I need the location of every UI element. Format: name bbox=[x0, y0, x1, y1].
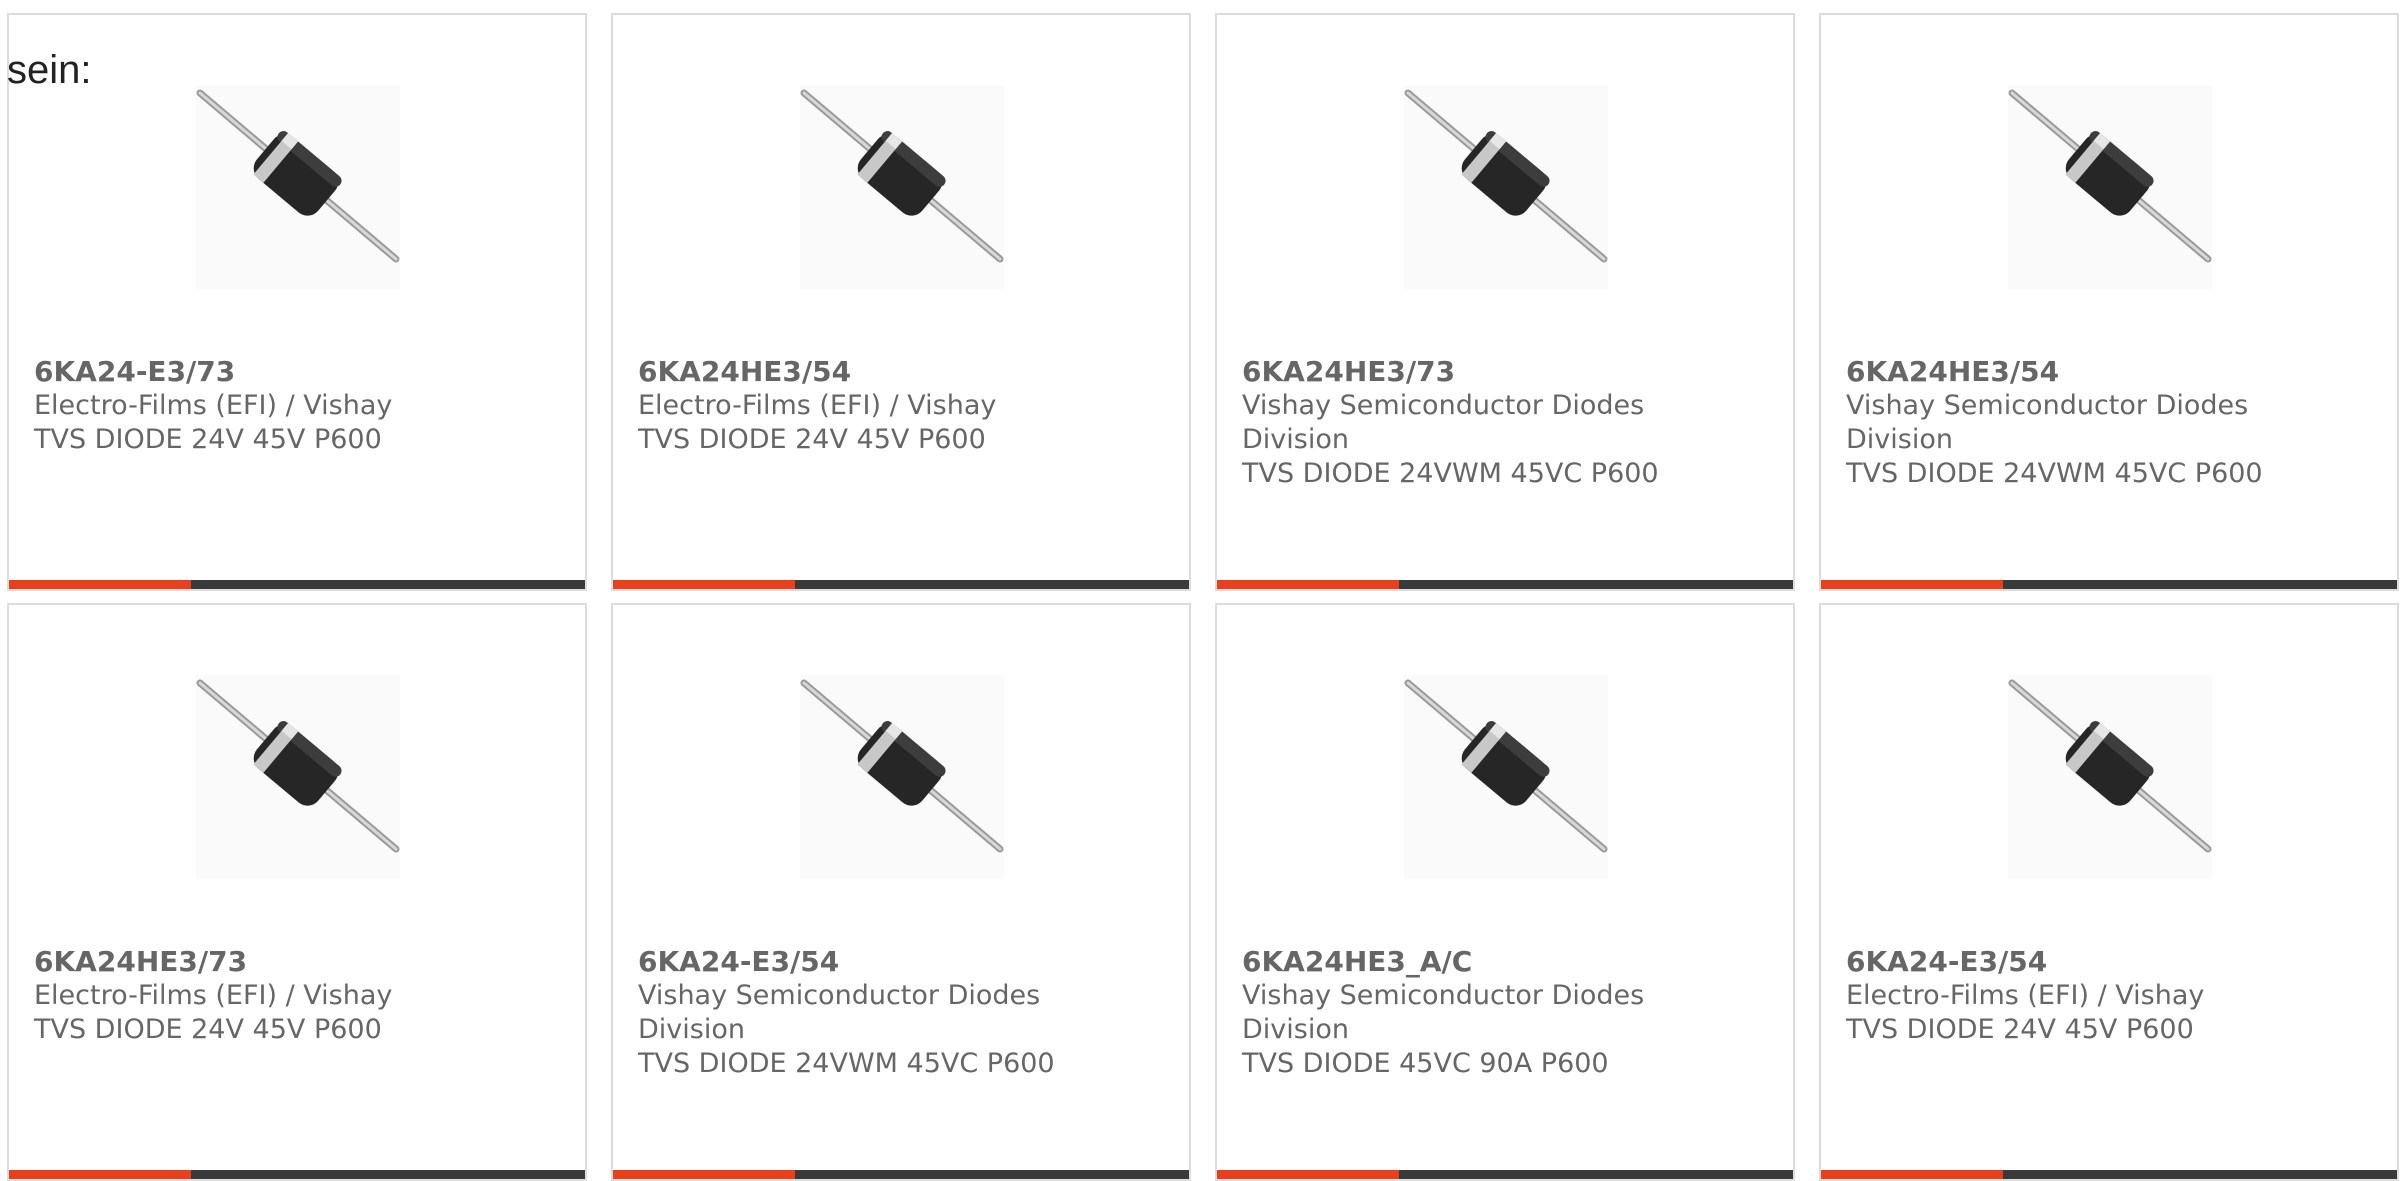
product-description: TVS DIODE 24V 45V P600 bbox=[34, 1014, 382, 1045]
card-accent-bar bbox=[9, 580, 191, 589]
product-card[interactable]: 6KA24HE3/73 Vishay Semiconductor Diodes … bbox=[1215, 13, 1795, 591]
product-image[interactable] bbox=[800, 675, 1004, 879]
product-card[interactable]: 6KA24HE3/73 Electro-Films (EFI) / Vishay… bbox=[7, 603, 587, 1181]
card-accent-bar bbox=[1821, 580, 2003, 589]
card-bottom-bar bbox=[1217, 580, 1793, 589]
manufacturer-name: Vishay Semiconductor Diodes Division bbox=[1846, 390, 2249, 455]
axial-diode-icon bbox=[1404, 85, 1608, 289]
product-image[interactable] bbox=[2008, 675, 2212, 879]
product-card[interactable]: 6KA24-E3/54 Electro-Films (EFI) / Vishay… bbox=[1819, 603, 2399, 1181]
manufacturer-name: Vishay Semiconductor Diodes Division bbox=[1242, 980, 1645, 1045]
card-bottom-bar bbox=[1821, 580, 2397, 589]
product-card[interactable]: 6KA24HE3/54 Electro-Films (EFI) / Vishay… bbox=[611, 13, 1191, 591]
product-card[interactable]: 6KA24HE3_A/C Vishay Semiconductor Diodes… bbox=[1215, 603, 1795, 1181]
intro-text: sein: bbox=[7, 48, 92, 92]
part-number-link[interactable]: 6KA24HE3/54 bbox=[1846, 355, 2286, 389]
product-info: 6KA24-E3/54 Electro-Films (EFI) / Vishay… bbox=[1846, 945, 2286, 1047]
product-image[interactable] bbox=[2008, 85, 2212, 289]
part-number-link[interactable]: 6KA24-E3/54 bbox=[638, 945, 1078, 979]
part-number-link[interactable]: 6KA24-E3/54 bbox=[1846, 945, 2286, 979]
product-card[interactable]: 6KA24-E3/73 Electro-Films (EFI) / Vishay… bbox=[7, 13, 587, 591]
card-accent-bar bbox=[1821, 1170, 2003, 1179]
product-image[interactable] bbox=[800, 85, 1004, 289]
product-info: 6KA24-E3/54 Vishay Semiconductor Diodes … bbox=[638, 945, 1078, 1081]
product-info: 6KA24HE3/54 Electro-Films (EFI) / Vishay… bbox=[638, 355, 1078, 457]
axial-diode-icon bbox=[196, 675, 400, 879]
manufacturer-name: Electro-Films (EFI) / Vishay bbox=[34, 980, 393, 1011]
part-number-link[interactable]: 6KA24HE3/54 bbox=[638, 355, 1078, 389]
product-image[interactable] bbox=[196, 675, 400, 879]
product-info: 6KA24HE3/54 Vishay Semiconductor Diodes … bbox=[1846, 355, 2286, 491]
card-bottom-bar bbox=[613, 580, 1189, 589]
product-info: 6KA24HE3/73 Electro-Films (EFI) / Vishay… bbox=[34, 945, 474, 1047]
card-bottom-bar bbox=[1821, 1170, 2397, 1179]
product-image[interactable] bbox=[1404, 85, 1608, 289]
card-bottom-bar bbox=[1217, 1170, 1793, 1179]
manufacturer-name: Electro-Films (EFI) / Vishay bbox=[638, 390, 997, 421]
card-bottom-bar bbox=[613, 1170, 1189, 1179]
product-description: TVS DIODE 24V 45V P600 bbox=[34, 424, 382, 455]
part-number-link[interactable]: 6KA24-E3/73 bbox=[34, 355, 474, 389]
product-description: TVS DIODE 24VWM 45VC P600 bbox=[638, 1048, 1055, 1079]
card-accent-bar bbox=[613, 1170, 795, 1179]
axial-diode-icon bbox=[2008, 675, 2212, 879]
axial-diode-icon bbox=[196, 85, 400, 289]
card-accent-bar bbox=[613, 580, 795, 589]
axial-diode-icon bbox=[800, 675, 1004, 879]
product-description: TVS DIODE 24VWM 45VC P600 bbox=[1846, 458, 2263, 489]
product-card[interactable]: 6KA24-E3/54 Vishay Semiconductor Diodes … bbox=[611, 603, 1191, 1181]
product-grid: 6KA24-E3/73 Electro-Films (EFI) / Vishay… bbox=[7, 13, 2399, 1181]
product-description: TVS DIODE 24V 45V P600 bbox=[638, 424, 986, 455]
manufacturer-name: Electro-Films (EFI) / Vishay bbox=[1846, 980, 2205, 1011]
product-card[interactable]: 6KA24HE3/54 Vishay Semiconductor Diodes … bbox=[1819, 13, 2399, 591]
card-bottom-bar bbox=[9, 1170, 585, 1179]
card-accent-bar bbox=[1217, 580, 1399, 589]
product-description: TVS DIODE 45VC 90A P600 bbox=[1242, 1048, 1609, 1079]
card-accent-bar bbox=[1217, 1170, 1399, 1179]
product-image[interactable] bbox=[196, 85, 400, 289]
part-number-link[interactable]: 6KA24HE3/73 bbox=[34, 945, 474, 979]
manufacturer-name: Vishay Semiconductor Diodes Division bbox=[638, 980, 1041, 1045]
axial-diode-icon bbox=[1404, 675, 1608, 879]
card-bottom-bar bbox=[9, 580, 585, 589]
part-number-link[interactable]: 6KA24HE3/73 bbox=[1242, 355, 1682, 389]
product-info: 6KA24HE3/73 Vishay Semiconductor Diodes … bbox=[1242, 355, 1682, 491]
card-accent-bar bbox=[9, 1170, 191, 1179]
product-description: TVS DIODE 24VWM 45VC P600 bbox=[1242, 458, 1659, 489]
axial-diode-icon bbox=[800, 85, 1004, 289]
manufacturer-name: Vishay Semiconductor Diodes Division bbox=[1242, 390, 1645, 455]
axial-diode-icon bbox=[2008, 85, 2212, 289]
product-description: TVS DIODE 24V 45V P600 bbox=[1846, 1014, 2194, 1045]
manufacturer-name: Electro-Films (EFI) / Vishay bbox=[34, 390, 393, 421]
product-image[interactable] bbox=[1404, 675, 1608, 879]
product-info: 6KA24-E3/73 Electro-Films (EFI) / Vishay… bbox=[34, 355, 474, 457]
product-info: 6KA24HE3_A/C Vishay Semiconductor Diodes… bbox=[1242, 945, 1682, 1081]
part-number-link[interactable]: 6KA24HE3_A/C bbox=[1242, 945, 1682, 979]
